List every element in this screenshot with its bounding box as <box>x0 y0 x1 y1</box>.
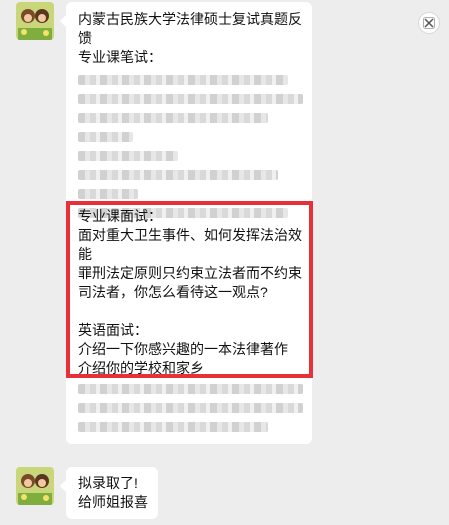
message-text: 专业课笔试： <box>78 49 162 65</box>
blurred-content <box>78 376 306 441</box>
message-text: 给师姐报喜 <box>78 494 148 510</box>
avatar-icon <box>16 2 54 40</box>
avatar-icon <box>16 467 54 505</box>
avatar[interactable] <box>16 2 54 40</box>
highlight-box <box>66 201 313 378</box>
message-text: 馈 <box>78 30 92 46</box>
message-bubble[interactable]: 拟录取了! 给师姐报喜 <box>60 467 158 519</box>
message-text: 内蒙古民族大学法律硕士复试真题反 <box>78 11 302 27</box>
close-icon <box>423 17 435 29</box>
avatar[interactable] <box>16 467 54 505</box>
message-text: 拟录取了! <box>78 475 138 491</box>
blurred-content <box>78 75 306 218</box>
close-button[interactable] <box>418 12 440 34</box>
